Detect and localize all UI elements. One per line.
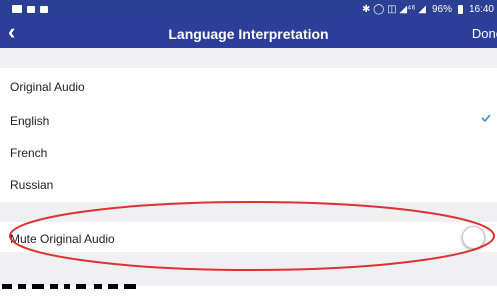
language-option-russian[interactable]: Russian bbox=[0, 166, 497, 202]
language-option-label: English bbox=[10, 114, 50, 128]
language-option-english[interactable]: English bbox=[0, 104, 497, 134]
section-gap bbox=[0, 202, 497, 222]
status-notification-icons bbox=[12, 3, 48, 15]
language-option-label: French bbox=[10, 146, 48, 160]
language-option-original-audio[interactable]: Original Audio bbox=[0, 68, 497, 104]
clock-time: 16:40 bbox=[468, 3, 494, 15]
battery-percent: 96% bbox=[431, 3, 452, 15]
navigation-bar: ‹ Language Interpretation Done bbox=[0, 18, 497, 48]
mute-original-audio-row[interactable]: Mute Original Audio bbox=[0, 222, 497, 252]
toggle-switch-icon[interactable] bbox=[462, 226, 485, 249]
app-notification-icon bbox=[12, 5, 22, 13]
checkmark-icon bbox=[481, 114, 491, 123]
status-system-icons: ✱ ◯ ◫ ◢⁴⁶ ◢ 96% 16:40 bbox=[362, 2, 494, 16]
section-gap bbox=[0, 48, 497, 68]
system-indicators: ✱ ◯ ◫ ◢⁴⁶ ◢ bbox=[362, 3, 426, 15]
video-notification-icon bbox=[40, 5, 48, 13]
app-notification-icon bbox=[27, 5, 35, 13]
language-option-french[interactable]: French bbox=[0, 134, 497, 166]
battery-icon bbox=[457, 4, 463, 14]
status-bar: ✱ ◯ ◫ ◢⁴⁶ ◢ 96% 16:40 bbox=[0, 0, 497, 18]
clipped-caption-text bbox=[0, 278, 200, 298]
language-option-label: Original Audio bbox=[10, 80, 85, 94]
mute-original-audio-label: Mute Original Audio bbox=[10, 232, 115, 246]
done-button[interactable]: Done bbox=[472, 26, 497, 41]
language-option-label: Russian bbox=[10, 178, 54, 192]
page-title: Language Interpretation bbox=[168, 26, 329, 42]
